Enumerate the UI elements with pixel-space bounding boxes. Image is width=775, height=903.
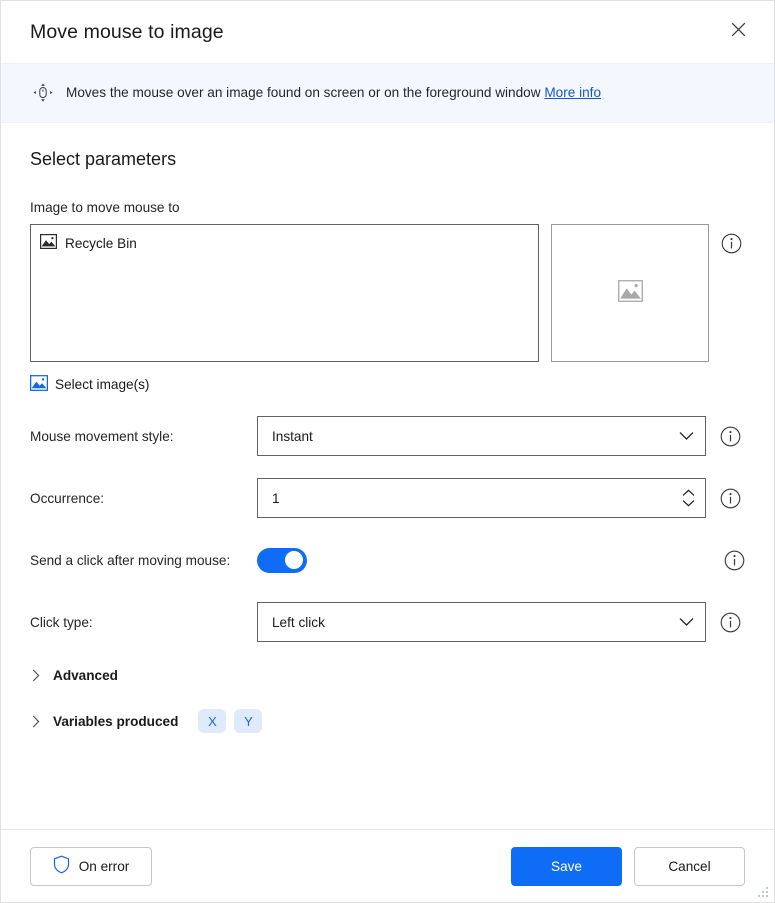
image-icon-blue bbox=[30, 375, 49, 394]
footer-actions: Save Cancel bbox=[511, 846, 745, 886]
page-title: Move mouse to image bbox=[30, 20, 224, 43]
click-type-dropdown[interactable]: Left click bbox=[257, 602, 706, 642]
banner-description: Moves the mouse over an image found on s… bbox=[66, 83, 601, 102]
info-icon[interactable] bbox=[721, 233, 742, 254]
shield-icon bbox=[53, 855, 70, 877]
chevron-up-icon[interactable] bbox=[682, 489, 695, 497]
info-icon[interactable] bbox=[720, 612, 741, 633]
list-item[interactable]: Recycle Bin bbox=[40, 233, 529, 253]
info-icon[interactable] bbox=[720, 488, 741, 509]
cancel-label: Cancel bbox=[668, 858, 711, 874]
send-click-label: Send a click after moving mouse: bbox=[30, 552, 231, 568]
description-banner: Moves the mouse over an image found on s… bbox=[1, 63, 774, 123]
click-type-value: Left click bbox=[272, 614, 325, 630]
info-icon[interactable] bbox=[724, 550, 745, 571]
variables-produced-expander[interactable]: Variables produced X Y bbox=[30, 709, 263, 733]
chevron-right-icon bbox=[30, 669, 42, 682]
parameters-panel: Select parameters Image to move mouse to… bbox=[1, 123, 774, 829]
select-images-label: Select image(s) bbox=[55, 377, 150, 392]
advanced-expander[interactable]: Advanced bbox=[30, 668, 118, 683]
status-badge[interactable]: X bbox=[198, 709, 227, 733]
send-click-toggle[interactable] bbox=[257, 547, 307, 573]
image-placeholder-icon bbox=[617, 279, 643, 307]
occurrence-label: Occurrence: bbox=[30, 490, 105, 506]
row-occurrence: Occurrence: 1 bbox=[30, 478, 745, 518]
close-icon bbox=[731, 22, 746, 42]
save-button[interactable]: Save bbox=[511, 846, 622, 886]
on-error-button[interactable]: On error bbox=[30, 846, 152, 886]
toggle-knob bbox=[285, 551, 303, 569]
list-item-label: Recycle Bin bbox=[65, 235, 137, 251]
image-field-label: Image to move mouse to bbox=[30, 200, 180, 215]
row-mouse-movement-style: Mouse movement style: Instant bbox=[30, 416, 745, 456]
image-selection-row: Recycle Bin bbox=[30, 224, 745, 362]
banner-description-text: Moves the mouse over an image found on s… bbox=[66, 85, 541, 101]
section-title: Select parameters bbox=[30, 149, 177, 169]
click-type-label: Click type: bbox=[30, 614, 93, 630]
dialog-footer: On error Save Cancel bbox=[1, 829, 774, 902]
row-send-click: Send a click after moving mouse: bbox=[30, 540, 745, 580]
chevron-down-icon bbox=[673, 423, 699, 449]
select-images-button[interactable]: Select image(s) bbox=[30, 375, 149, 394]
chevron-right-icon bbox=[30, 715, 42, 727]
mouse-movement-style-label: Mouse movement style: bbox=[30, 428, 174, 444]
row-click-type: Click type: Left click bbox=[30, 602, 745, 642]
quantity-stepper[interactable] bbox=[677, 489, 699, 507]
occurrence-input[interactable]: 1 bbox=[257, 478, 706, 518]
variable-badges: X Y bbox=[198, 709, 263, 733]
info-icon[interactable] bbox=[720, 426, 741, 447]
chevron-down-icon[interactable] bbox=[682, 499, 695, 507]
close-button[interactable] bbox=[716, 12, 760, 52]
save-label: Save bbox=[551, 858, 582, 874]
cancel-button[interactable]: Cancel bbox=[634, 846, 745, 886]
chevron-down-icon bbox=[673, 609, 699, 635]
resize-grip-icon[interactable] bbox=[756, 885, 770, 899]
more-info-link[interactable]: More info bbox=[544, 85, 601, 100]
mouse-movement-style-value: Instant bbox=[272, 428, 313, 444]
occurrence-value: 1 bbox=[272, 490, 280, 506]
image-preview bbox=[551, 224, 709, 362]
variables-produced-label: Variables produced bbox=[53, 713, 179, 729]
dialog-window: Move mouse to image Moves the mouse over… bbox=[0, 0, 775, 903]
status-badge[interactable]: Y bbox=[234, 709, 263, 733]
mouse-movement-style-dropdown[interactable]: Instant bbox=[257, 416, 706, 456]
on-error-label: On error bbox=[78, 858, 130, 874]
advanced-label: Advanced bbox=[53, 668, 118, 683]
image-list[interactable]: Recycle Bin bbox=[30, 224, 539, 362]
title-bar: Move mouse to image bbox=[1, 1, 774, 63]
move-mouse-icon bbox=[30, 80, 56, 106]
image-icon bbox=[40, 234, 58, 252]
